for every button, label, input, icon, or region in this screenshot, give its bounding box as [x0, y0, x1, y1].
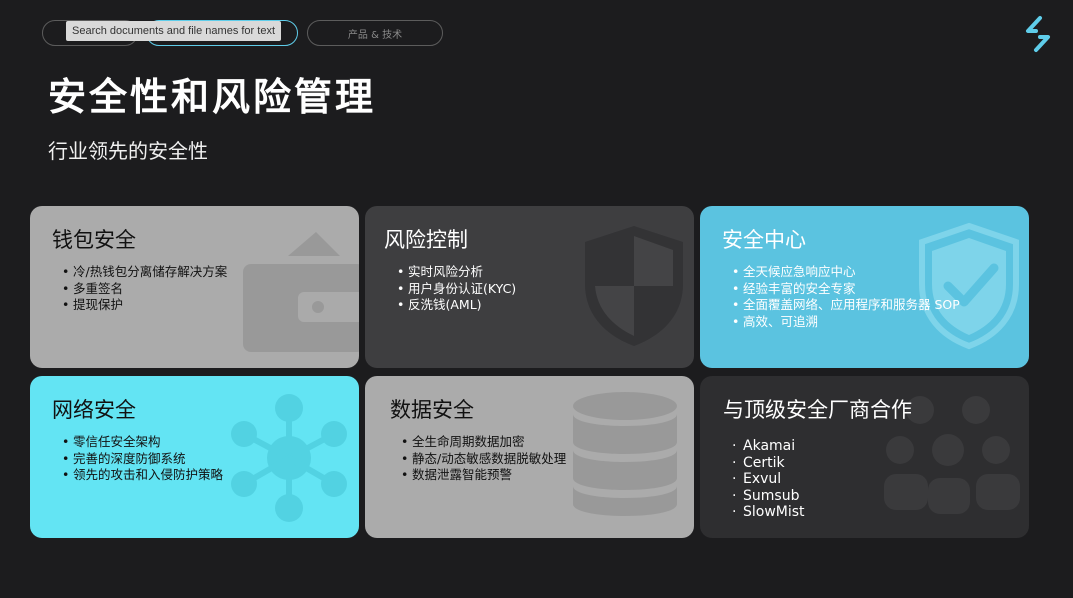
- card-title: 安全中心: [722, 228, 806, 252]
- card-list: 实时风险分析 用户身份认证(KYC) 反洗钱(AML): [387, 264, 674, 314]
- card-list: 全天候应急响应中心 经验丰富的安全专家 全面覆盖网络、应用程序和服务器 SOP …: [722, 264, 1009, 330]
- card-security-partners: 与顶级安全厂商合作 Akamai Certik Exvul Sumsub Slo…: [700, 376, 1029, 538]
- list-item: 反洗钱(AML): [397, 297, 674, 314]
- card-title: 风险控制: [384, 228, 468, 252]
- nav-tab-products[interactable]: 产品 & 技术: [307, 20, 443, 46]
- card-title: 网络安全: [52, 398, 136, 422]
- card-list: Akamai Certik Exvul Sumsub SlowMist: [722, 438, 1009, 521]
- list-item: 全天候应急响应中心: [732, 264, 1009, 281]
- page-subtitle: 行业领先的安全性: [48, 139, 208, 163]
- search-tooltip: Search documents and file names for text: [66, 21, 281, 41]
- logo-icon: [1026, 16, 1050, 52]
- list-item: 静态/动态敏感数据脱敏处理: [401, 451, 674, 468]
- list-item: 全面覆盖网络、应用程序和服务器 SOP: [732, 297, 1009, 314]
- card-list: 全生命周期数据加密 静态/动态敏感数据脱敏处理 数据泄露智能预警: [387, 434, 674, 484]
- list-item: 高效、可追溯: [732, 314, 1009, 331]
- list-item: 领先的攻击和入侵防护策略: [62, 467, 339, 484]
- list-item: 实时风险分析: [397, 264, 674, 281]
- card-title: 钱包安全: [52, 228, 136, 252]
- card-security-center: 安全中心 全天候应急响应中心 经验丰富的安全专家 全面覆盖网络、应用程序和服务器…: [700, 206, 1029, 368]
- card-wallet-security: 钱包安全 冷/热钱包分离储存解决方案 多重签名 提现保护: [30, 206, 359, 368]
- list-item: 多重签名: [62, 281, 339, 298]
- nav-tab-products-label: 产品 & 技术: [347, 29, 403, 41]
- list-item: 冷/热钱包分离储存解决方案: [62, 264, 339, 281]
- list-item: 完善的深度防御系统: [62, 451, 339, 468]
- list-item: 用户身份认证(KYC): [397, 281, 674, 298]
- card-data-security: 数据安全 全生命周期数据加密 静态/动态敏感数据脱敏处理 数据泄露智能预警: [365, 376, 694, 538]
- card-risk-control: 风险控制 实时风险分析 用户身份认证(KYC) 反洗钱(AML): [365, 206, 694, 368]
- list-item: 提现保护: [62, 297, 339, 314]
- list-item: 经验丰富的安全专家: [732, 281, 1009, 298]
- card-list: 冷/热钱包分离储存解决方案 多重签名 提现保护: [52, 264, 339, 314]
- card-title: 与顶级安全厂商合作: [723, 398, 912, 422]
- list-item: Sumsub: [732, 488, 1009, 505]
- list-item: 全生命周期数据加密: [401, 434, 674, 451]
- list-item: 数据泄露智能预警: [401, 467, 674, 484]
- list-item: Certik: [732, 455, 1009, 472]
- card-network-security: 网络安全 零信任安全架构 完善的深度防御系统 领先的攻击和入侵防护策略: [30, 376, 359, 538]
- list-item: SlowMist: [732, 504, 1009, 521]
- card-title: 数据安全: [390, 398, 474, 422]
- list-item: Exvul: [732, 471, 1009, 488]
- list-item: Akamai: [732, 438, 1009, 455]
- page-title: 安全性和风险管理: [48, 75, 377, 119]
- card-list: 零信任安全架构 完善的深度防御系统 领先的攻击和入侵防护策略: [52, 434, 339, 484]
- list-item: 零信任安全架构: [62, 434, 339, 451]
